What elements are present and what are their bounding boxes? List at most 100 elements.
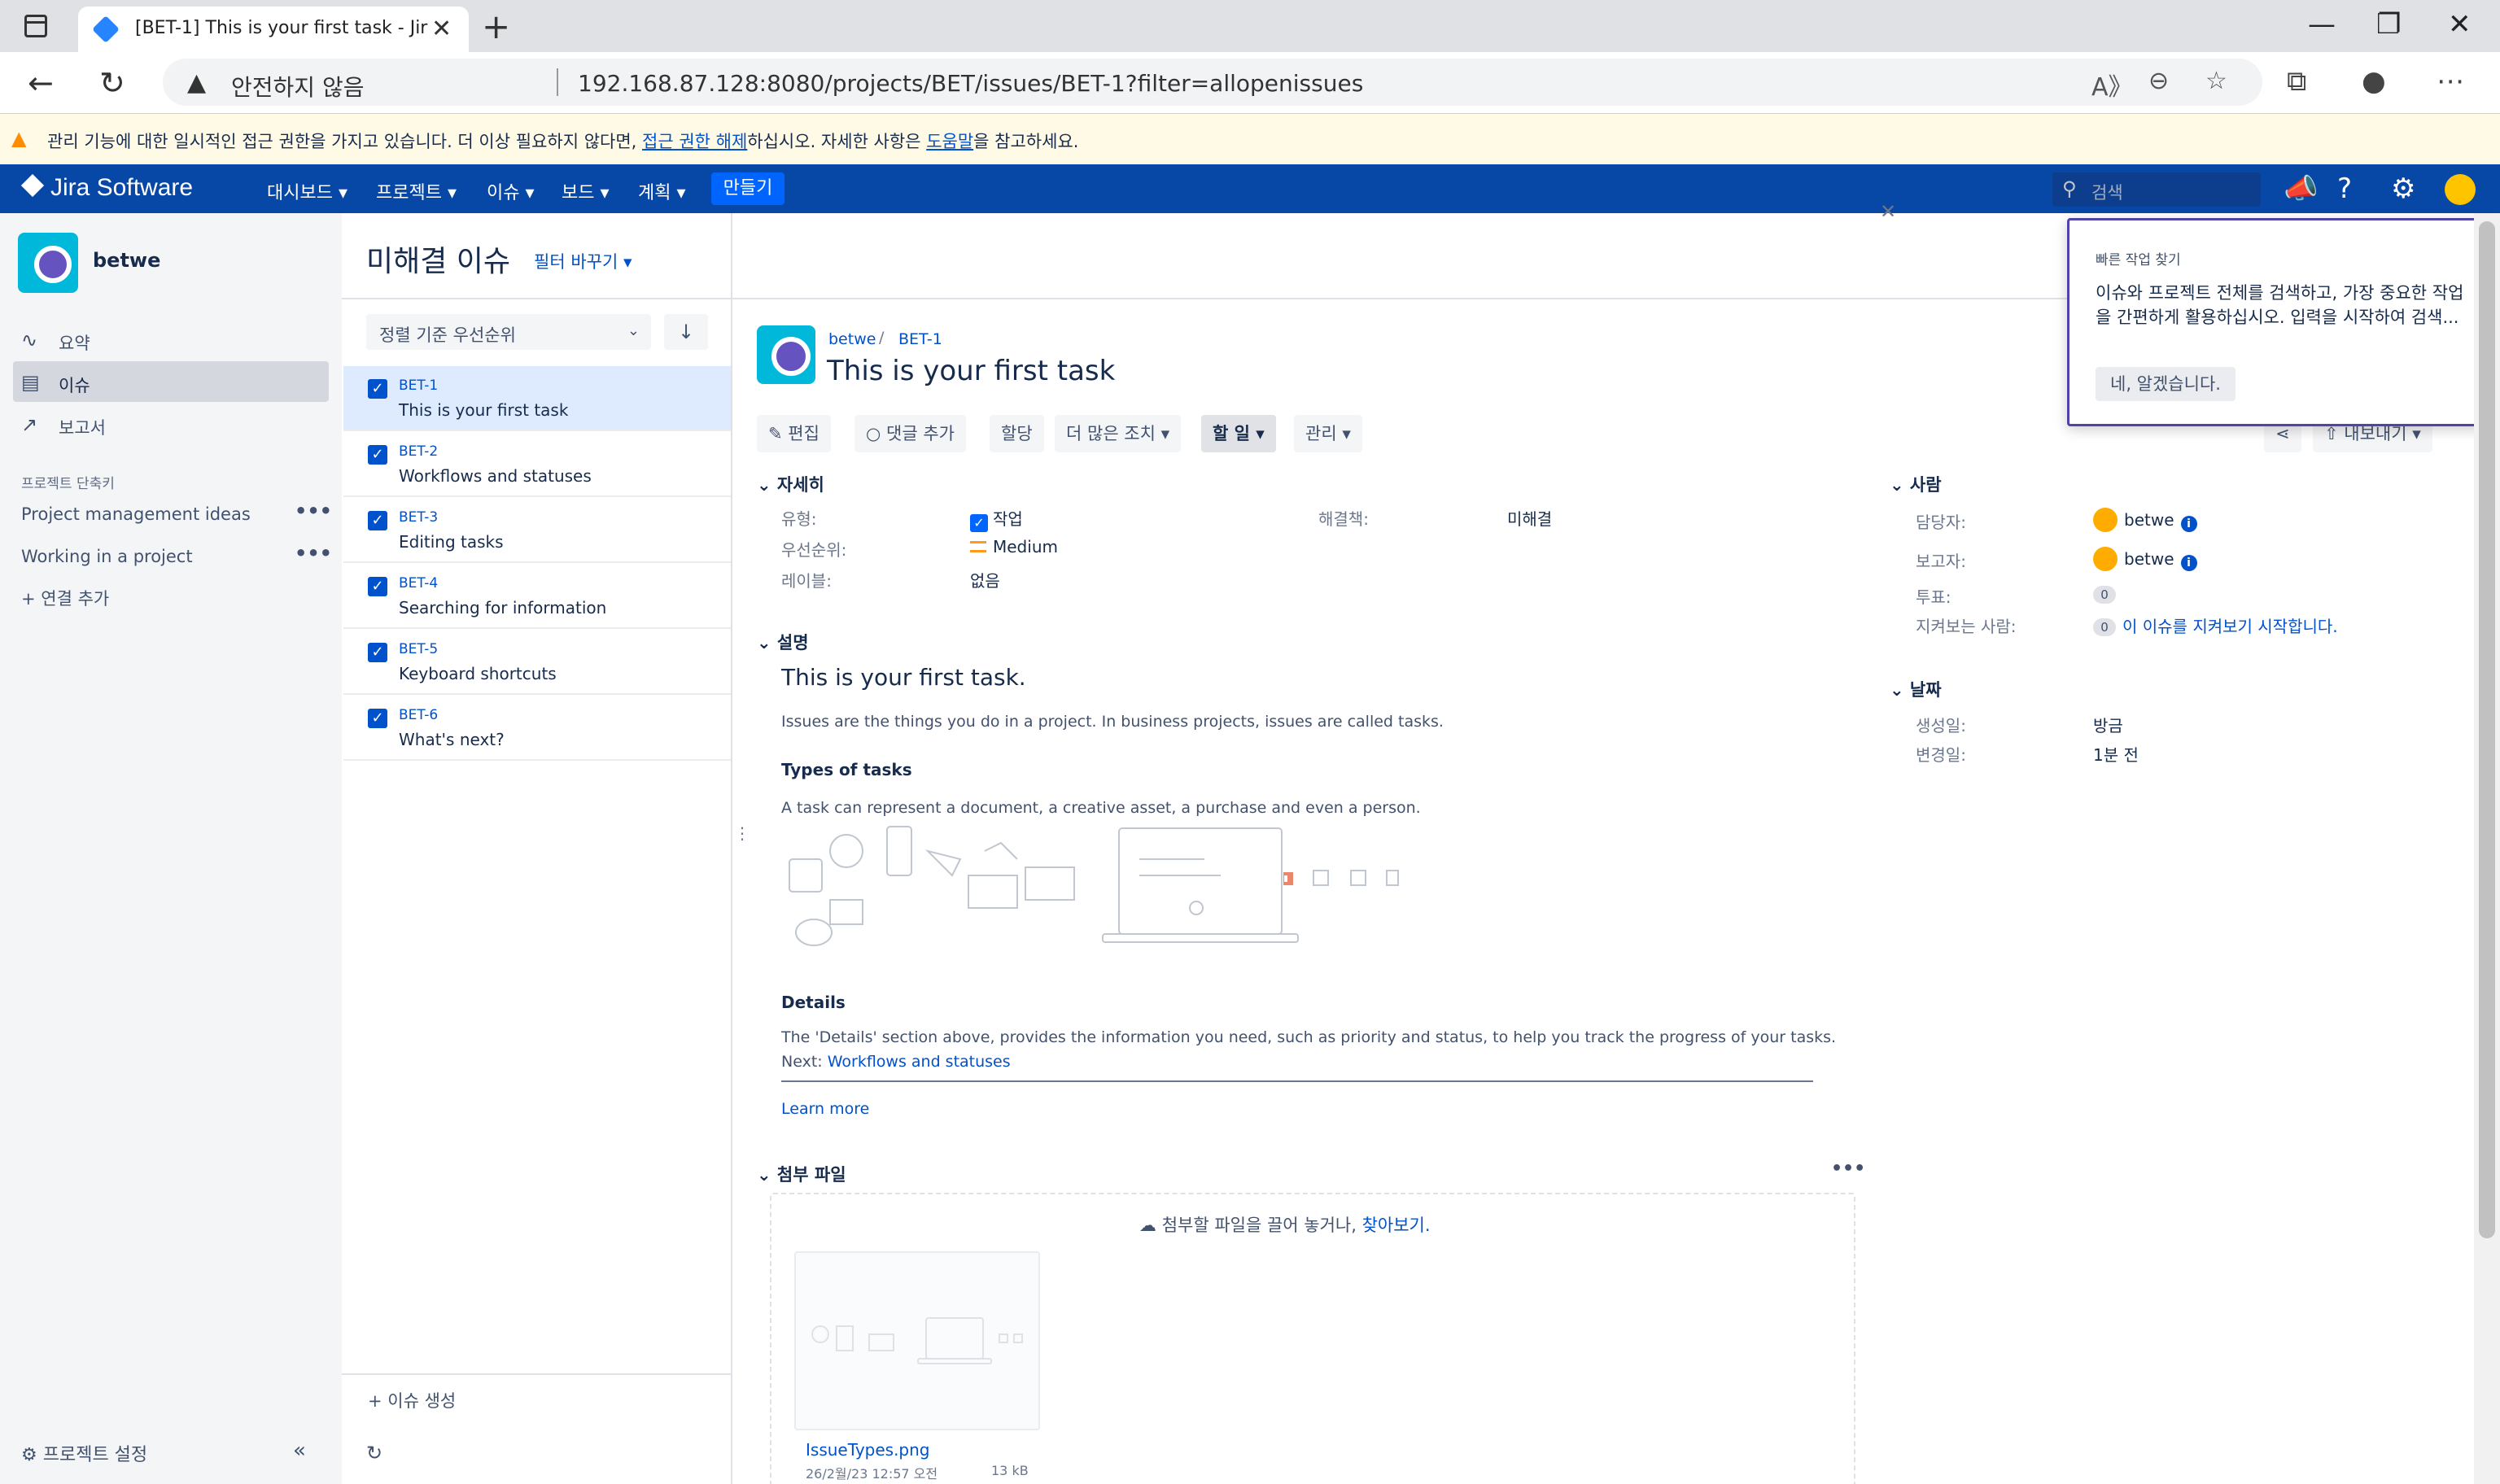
switch-filter-link[interactable]: 필터 바꾸기 ▾ <box>534 249 632 273</box>
shortcut-link[interactable]: Project management ideas <box>21 504 251 524</box>
attachments-heading[interactable]: ⌄ 첨부 파일 <box>757 1162 846 1186</box>
profile-icon[interactable]: ● <box>2362 65 2386 98</box>
info-icon[interactable]: i <box>2180 516 2197 532</box>
reload-icon[interactable]: ↻ <box>99 65 125 101</box>
reporter-value[interactable]: betwe i <box>2093 547 2197 571</box>
admin-access-banner: ▲ 관리 기능에 대한 일시적인 접근 권한을 가지고 있습니다. 더 이상 필… <box>0 114 2500 164</box>
description-heading[interactable]: ⌄ 설명 <box>757 630 809 654</box>
window-close-icon[interactable]: ✕ <box>2448 8 2472 41</box>
add-comment-button[interactable]: ○ 댓글 추가 <box>854 415 966 452</box>
plus-icon: + <box>368 1391 388 1411</box>
task-type-icon: ✓ <box>368 379 387 399</box>
assign-button[interactable]: 할당 <box>990 415 1044 452</box>
issue-list-item[interactable]: ✓ BET-5 Keyboard shortcuts <box>343 630 731 695</box>
attachment-date: 26/2월/23 12:57 오전 <box>806 1466 938 1482</box>
menu-issues[interactable]: 이슈 ▾ <box>487 178 535 204</box>
assignee-value[interactable]: betwe i <box>2093 508 2197 532</box>
issue-list-item[interactable]: ✓ BET-4 Searching for information <box>343 564 731 629</box>
favorite-add-icon[interactable]: ☆ <box>2205 67 2227 95</box>
project-name[interactable]: betwe <box>93 249 160 272</box>
issue-list-item[interactable]: ✓ BET-1 This is your first task <box>343 366 731 431</box>
revoke-access-link[interactable]: 접근 권한 해제 <box>642 132 747 151</box>
sidebar-item-summary[interactable]: ∿ 요약 <box>13 319 329 360</box>
sort-label: 정렬 기준 우선순위 <box>379 325 516 345</box>
new-tab-icon[interactable]: + <box>482 7 510 46</box>
menu-projects[interactable]: 프로젝트 ▾ <box>376 178 457 204</box>
help-icon[interactable]: ? <box>2337 172 2352 205</box>
project-avatar-large[interactable] <box>757 325 815 384</box>
settings-gear-icon[interactable]: ⚙ <box>2391 172 2415 205</box>
issue-list-item[interactable]: ✓ BET-2 Workflows and statuses <box>343 432 731 497</box>
close-icon[interactable]: ✕ <box>1880 200 1896 223</box>
learn-more-link[interactable]: Learn more <box>781 1100 869 1118</box>
user-avatar[interactable] <box>2445 174 2476 205</box>
resize-handle-icon[interactable]: ⋮ <box>734 823 750 843</box>
project-avatar[interactable] <box>18 233 78 293</box>
edit-button[interactable]: ✎ 편집 <box>757 415 831 452</box>
issue-title[interactable]: This is your first task <box>827 355 1115 387</box>
admin-button[interactable]: 관리 ▾ <box>1294 415 1362 452</box>
help-link[interactable]: 도움말 <box>926 132 973 151</box>
browser-tab[interactable]: [BET-1] This is your first task - Jira ✕ <box>78 7 469 52</box>
dates-heading[interactable]: ⌄ 날짜 <box>1890 677 1942 701</box>
url-text[interactable]: 192.168.87.128:8080/projects/BET/issues/… <box>578 70 1363 97</box>
status-todo-button[interactable]: 할 일 ▾ <box>1201 415 1276 452</box>
sort-select[interactable]: 정렬 기준 우선순위 ⌄ <box>366 314 651 350</box>
menu-boards[interactable]: 보드 ▾ <box>562 178 610 204</box>
project-settings[interactable]: ⚙ 프로젝트 설정 <box>21 1440 147 1466</box>
people-heading[interactable]: ⌄ 사람 <box>1890 472 1942 496</box>
tab-title: [BET-1] This is your first task - Jira <box>135 18 428 38</box>
menu-dashboards[interactable]: 대시보드 ▾ <box>267 178 347 204</box>
info-icon[interactable]: i <box>2180 555 2197 571</box>
labels-label: 레이블: <box>781 571 832 591</box>
tab-actions-icon[interactable] <box>24 15 47 37</box>
close-tab-icon[interactable]: ✕ <box>431 15 452 43</box>
collections-icon[interactable]: ⧉ <box>2287 65 2306 98</box>
popup-heading: 빠른 작업 찾기 <box>2096 252 2181 268</box>
labels-value[interactable]: 없음 <box>970 568 1000 591</box>
priority-value-text: Medium <box>993 537 1058 556</box>
assignee-label: 담당자: <box>1916 513 1966 532</box>
more-icon[interactable]: ⋯ <box>2437 65 2464 98</box>
create-button[interactable]: 만들기 <box>711 172 785 205</box>
issue-list-item[interactable]: ✓ BET-3 Editing tasks <box>343 498 731 563</box>
jira-logo[interactable]: Jira Software <box>20 173 193 202</box>
type-value: ✓ 작업 <box>970 506 1023 532</box>
create-issue-button[interactable]: + 이슈 생성 <box>368 1388 456 1412</box>
sidebar-item-issues[interactable]: ▤ 이슈 <box>13 361 329 402</box>
zoom-icon[interactable]: ⊖ <box>2148 67 2169 95</box>
back-icon[interactable]: ← <box>28 65 54 101</box>
shortcut-link[interactable]: Working in a project <box>21 547 193 566</box>
search-input[interactable]: ⚲ 검색 <box>2052 172 2261 207</box>
refresh-icon[interactable]: ↻ <box>366 1442 382 1464</box>
announcement-icon[interactable]: 📣 <box>2284 172 2318 205</box>
add-link[interactable]: + 연결 추가 <box>21 586 109 610</box>
watchers-count-badge: 0 <box>2093 618 2116 636</box>
votes-label: 투표: <box>1916 587 1951 607</box>
menu-plans[interactable]: 계획 ▾ <box>638 178 686 204</box>
issue-list-item[interactable]: ✓ BET-6 What's next? <box>343 696 731 761</box>
restore-icon[interactable]: ❐ <box>2376 8 2401 41</box>
collapse-sidebar-icon[interactable]: « <box>293 1438 306 1463</box>
url-box[interactable]: ▲ 안전하지 않음 192.168.87.128:8080/projects/B… <box>163 59 2262 106</box>
more-actions-button[interactable]: 더 많은 조치 ▾ <box>1055 415 1182 452</box>
sort-direction-button[interactable]: ↓ <box>664 314 708 350</box>
vertical-scrollbar[interactable] <box>2474 213 2500 1484</box>
start-watching-link[interactable]: 이 이슈를 지켜보기 시작합니다. <box>2122 617 2338 636</box>
votes-value[interactable]: 0 <box>2093 584 2122 604</box>
breadcrumb-issue-key[interactable]: BET-1 <box>898 330 942 348</box>
attachments-more-icon[interactable]: ••• <box>1831 1159 1865 1179</box>
scrollbar-thumb[interactable] <box>2479 221 2495 1238</box>
attachment-file-name[interactable]: IssueTypes.png <box>806 1440 930 1460</box>
breadcrumb-project[interactable]: betwe <box>828 330 876 348</box>
details-heading[interactable]: ⌄ 자세히 <box>757 472 824 496</box>
read-aloud-icon[interactable]: A》 <box>2091 67 2133 103</box>
sidebar-item-reports[interactable]: ↗ 보고서 <box>13 404 329 444</box>
browse-link[interactable]: 찾아보기. <box>1362 1216 1431 1235</box>
shortcut-more-icon[interactable]: ••• <box>295 542 332 565</box>
got-it-button[interactable]: 네, 알겠습니다. <box>2096 367 2236 401</box>
minimize-icon[interactable]: — <box>2308 8 2336 41</box>
next-link[interactable]: Workflows and statuses <box>828 1053 1011 1071</box>
attachment-thumbnail[interactable] <box>794 1251 1040 1430</box>
shortcut-more-icon[interactable]: ••• <box>295 500 332 522</box>
